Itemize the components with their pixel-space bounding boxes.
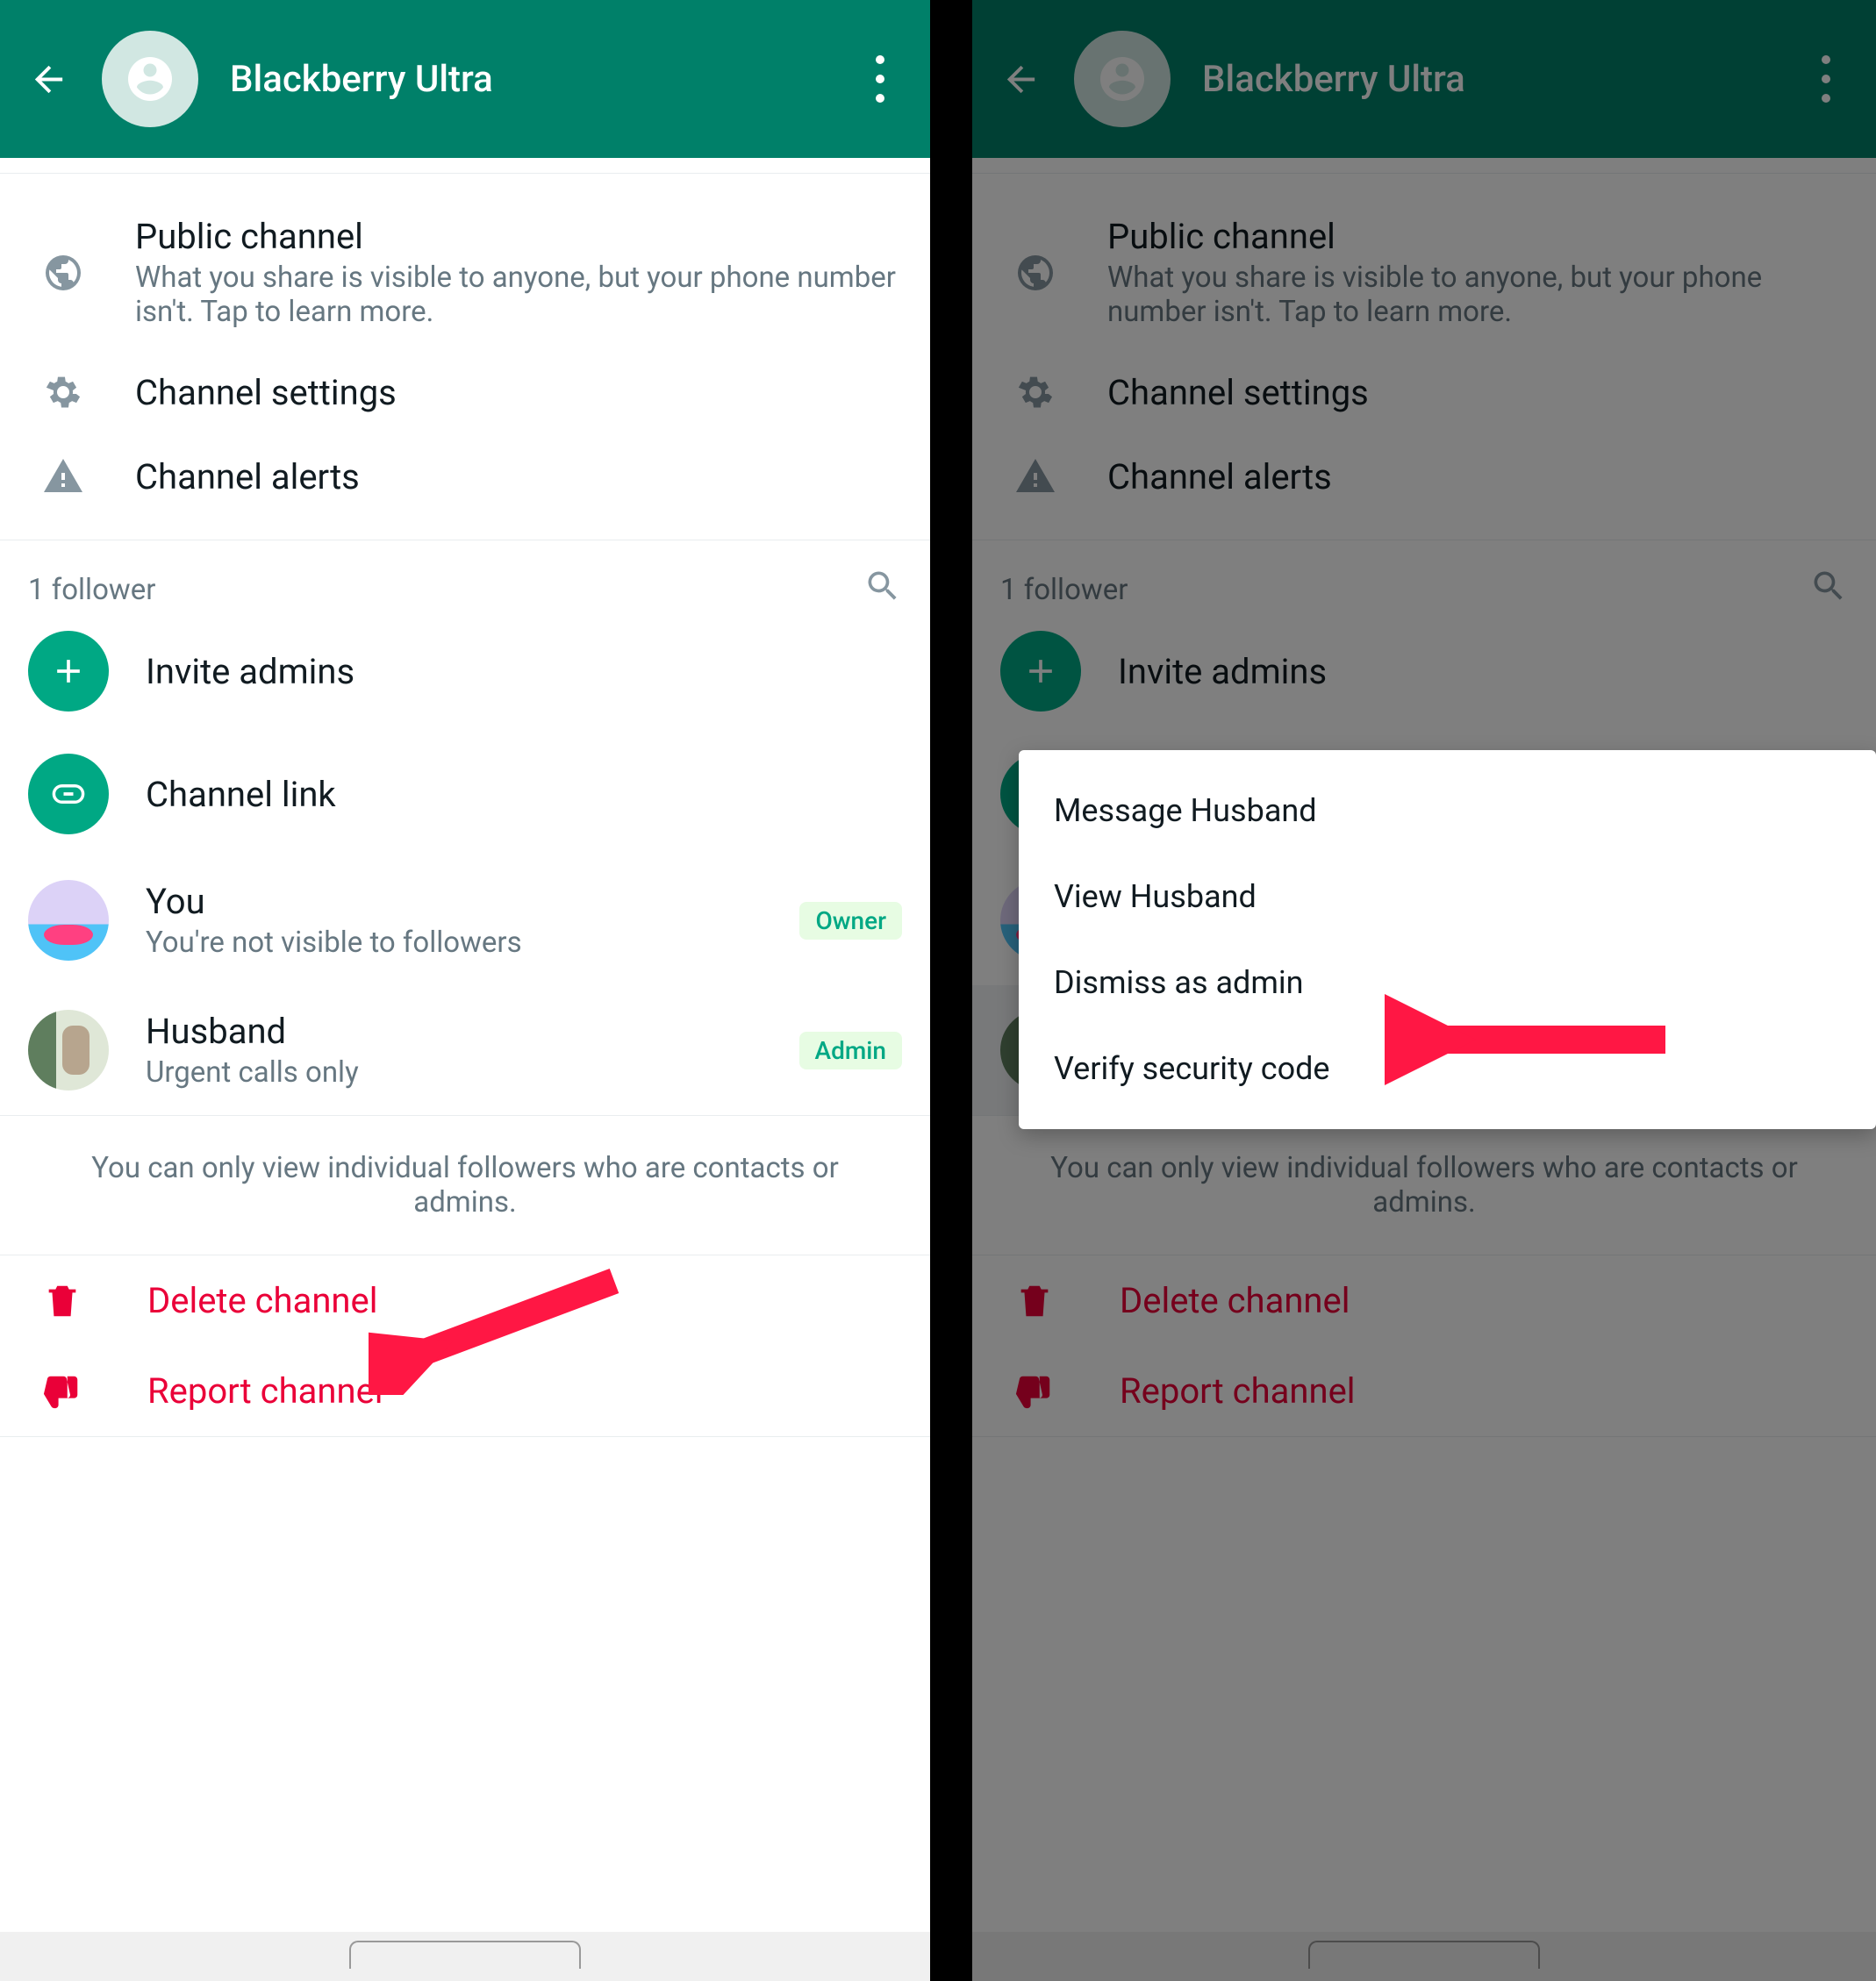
member-row-husband[interactable]: Husband Urgent calls only Admin (0, 985, 930, 1115)
owner-badge: Owner (799, 902, 902, 940)
followers-header: 1 follower (0, 540, 930, 624)
channel-settings-row[interactable]: Channel settings (0, 350, 930, 434)
public-channel-subtitle: What you share is visible to anyone, but… (135, 261, 902, 329)
admin-badge: Admin (799, 1032, 902, 1069)
menu-dismiss-as-admin[interactable]: Dismiss as admin (1019, 940, 1876, 1026)
avatar-husband (28, 1010, 109, 1091)
member-status-husband: Urgent calls only (146, 1055, 799, 1090)
report-channel-label: Report channel (147, 1370, 383, 1412)
report-channel-row[interactable]: Report channel (0, 1346, 930, 1437)
member-row-you[interactable]: You You're not visible to followers Owne… (0, 855, 930, 985)
trash-icon (42, 1281, 82, 1321)
back-icon[interactable] (28, 59, 69, 100)
menu-view-husband[interactable]: View Husband (1019, 854, 1876, 940)
followers-note: You can only view individual followers w… (0, 1115, 930, 1255)
gear-icon (28, 371, 98, 413)
member-name-husband: Husband (146, 1011, 799, 1052)
channel-alerts-row[interactable]: Channel alerts (0, 434, 930, 518)
plus-icon (28, 631, 109, 712)
top-divider (0, 158, 930, 174)
public-channel-row[interactable]: Public channel What you share is visible… (0, 195, 930, 350)
avatar-you (28, 880, 109, 961)
invite-admins-row[interactable]: Invite admins (0, 624, 930, 733)
home-indicator (0, 1932, 930, 1981)
channel-link-row[interactable]: Channel link (0, 733, 930, 855)
link-icon (28, 754, 109, 834)
channel-link-label: Channel link (146, 774, 902, 815)
channel-settings-label: Channel settings (135, 372, 902, 413)
menu-verify-security-code[interactable]: Verify security code (1019, 1026, 1876, 1112)
screenshot-right: Blackberry Ultra Public channel What you… (972, 0, 1876, 1981)
context-menu: Message Husband View Husband Dismiss as … (1019, 750, 1876, 1129)
thumb-down-icon (42, 1371, 82, 1412)
channel-avatar[interactable] (102, 31, 198, 127)
more-options-icon[interactable] (858, 55, 902, 103)
channel-info-section: Public channel What you share is visible… (0, 174, 930, 540)
channel-alerts-label: Channel alerts (135, 456, 902, 497)
search-icon[interactable] (863, 567, 902, 613)
delete-channel-row[interactable]: Delete channel (0, 1255, 930, 1346)
invite-admins-label: Invite admins (146, 651, 902, 692)
globe-icon (28, 252, 98, 294)
member-status-you: You're not visible to followers (146, 926, 799, 960)
menu-message-husband[interactable]: Message Husband (1019, 768, 1876, 854)
channel-title: Blackberry Ultra (230, 58, 858, 101)
alert-icon (28, 455, 98, 497)
delete-channel-label: Delete channel (147, 1280, 377, 1321)
app-header: Blackberry Ultra (0, 0, 930, 158)
public-channel-title: Public channel (135, 216, 902, 257)
member-name-you: You (146, 881, 799, 922)
followers-count: 1 follower (28, 573, 155, 607)
screenshot-left: Blackberry Ultra Public channel What you… (0, 0, 930, 1981)
